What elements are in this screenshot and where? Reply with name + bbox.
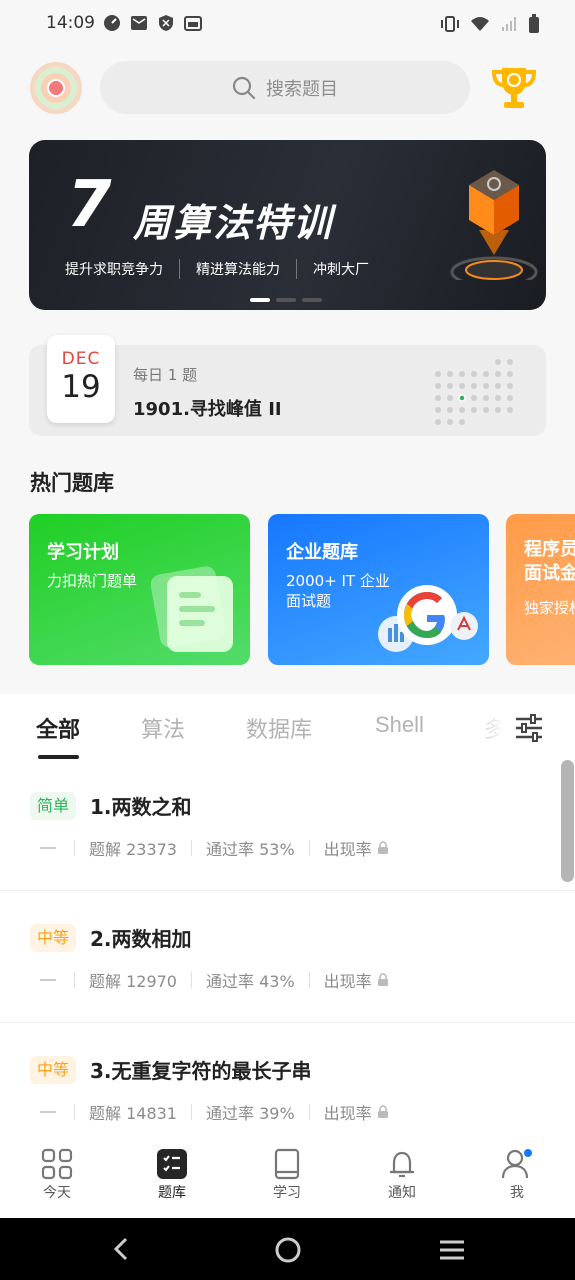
company-logos-icon — [378, 585, 478, 652]
solutions-count: 题解 23373 — [89, 840, 177, 859]
cube-illustration — [450, 170, 538, 280]
frequency-label: 出现率 — [323, 840, 372, 859]
signal-icon — [502, 17, 516, 31]
wifi-icon — [471, 17, 489, 31]
lock-icon — [377, 1105, 388, 1118]
card-title: 学习计划 — [47, 542, 119, 563]
problem-title[interactable]: 3.无重复字符的最长子串 — [90, 1055, 312, 1084]
nav-label: 我 — [510, 1185, 524, 1201]
daily-question-title[interactable]: 1901.寻找峰值 II — [133, 395, 282, 421]
solutions-count: 题解 12970 — [89, 972, 177, 991]
battery-icon — [529, 14, 539, 33]
nav-problems[interactable]: 题库 — [142, 1148, 202, 1202]
carousel-dots — [250, 298, 322, 302]
calendar-icon — [184, 16, 202, 31]
interview-book-card[interactable]: 程序员 面试金 独家授权 — [506, 514, 575, 665]
frequency-label: 出现率 — [323, 1104, 372, 1123]
dot-grid-decoration — [435, 359, 513, 425]
promo-banner[interactable]: 7 周算法特训 提升求职竞争力 精进算法能力 冲刺大厂 — [29, 140, 546, 310]
study-plan-card[interactable]: 学习计划 力扣热门题单 — [29, 514, 250, 665]
system-nav-bar — [0, 1218, 575, 1280]
shield-icon — [159, 15, 173, 31]
calendar-day: 19 — [61, 369, 101, 405]
problem-row[interactable]: 中等 3.无重复字符的最长子串 题解 14831 通过率 39% 出现率 — [0, 1056, 575, 1144]
card-subtitle: 力扣热门题单 — [47, 572, 138, 590]
list-card-icon — [151, 566, 233, 652]
banner-title: 周算法特训 — [133, 201, 334, 245]
speedometer-icon — [104, 15, 120, 31]
back-icon[interactable] — [110, 1236, 134, 1262]
book-icon — [274, 1148, 300, 1180]
filter-icon[interactable] — [514, 714, 544, 742]
difficulty-badge: 中等 — [30, 924, 77, 952]
search-icon — [232, 76, 256, 99]
problem-meta: 题解 23373 通过率 53% 出现率 — [40, 836, 390, 860]
problem-meta: 题解 14831 通过率 39% 出现率 — [40, 1100, 390, 1124]
pass-rate: 通过率 39% — [206, 1104, 295, 1123]
card-subtitle: 独家授权 — [524, 599, 575, 617]
search-bar[interactable]: 搜索题目 — [100, 61, 470, 114]
active-tab-indicator — [38, 755, 79, 759]
avatar[interactable] — [30, 62, 82, 114]
nav-today[interactable]: 今天 — [27, 1148, 87, 1202]
tab-shell[interactable]: Shell — [375, 712, 424, 738]
user-icon — [501, 1149, 532, 1179]
problem-title[interactable]: 1.两数之和 — [90, 791, 192, 820]
lock-icon — [377, 841, 388, 854]
scrollbar[interactable] — [561, 760, 574, 882]
solutions-count: 题解 14831 — [89, 1104, 177, 1123]
card-title: 企业题库 — [286, 542, 358, 563]
search-placeholder: 搜索题目 — [266, 78, 338, 100]
calendar-badge: DEC 19 — [47, 335, 115, 423]
vibrate-icon — [441, 16, 459, 32]
pass-rate: 通过率 43% — [206, 972, 295, 991]
nav-notifications[interactable]: 通知 — [372, 1148, 432, 1202]
mail-icon — [131, 16, 147, 30]
calendar-month: DEC — [61, 349, 101, 369]
difficulty-badge: 简单 — [30, 792, 77, 820]
problem-meta: 题解 12970 通过率 43% 出现率 — [40, 968, 390, 992]
hot-section-title: 热门题库 — [30, 471, 114, 495]
nav-label: 今天 — [43, 1185, 71, 1201]
nav-label: 题库 — [158, 1185, 186, 1201]
tab-algorithms[interactable]: 算法 — [141, 712, 185, 744]
banner-subtitle: 冲刺大厂 — [296, 259, 385, 279]
lock-icon — [377, 973, 388, 986]
tab-database[interactable]: 数据库 — [246, 712, 312, 744]
banner-subtitles: 提升求职竞争力 精进算法能力 冲刺大厂 — [65, 259, 385, 279]
recents-icon[interactable] — [438, 1238, 466, 1262]
card-title: 程序员 面试金 — [524, 539, 575, 584]
banner-subtitle: 提升求职竞争力 — [65, 262, 163, 278]
grid-icon — [41, 1148, 73, 1180]
home-icon[interactable] — [274, 1236, 302, 1264]
banner-number: 7 — [67, 168, 112, 242]
difficulty-badge: 中等 — [30, 1056, 77, 1084]
banner-subtitle: 精进算法能力 — [179, 259, 296, 279]
nav-label: 通知 — [388, 1185, 416, 1201]
checklist-icon — [157, 1149, 187, 1179]
company-questions-card[interactable]: 企业题库 2000+ IT 企业 面试题 — [268, 514, 489, 665]
trophy-icon[interactable] — [490, 65, 538, 111]
frequency-label: 出现率 — [323, 972, 372, 991]
tab-all[interactable]: 全部 — [36, 712, 80, 744]
card-subtitle-line: 面试题 — [286, 592, 332, 610]
problem-row[interactable]: 简单 1.两数之和 题解 23373 通过率 53% 出现率 — [0, 792, 575, 891]
nav-label: 学习 — [273, 1185, 301, 1201]
status-time: 14:09 — [46, 13, 95, 33]
pass-rate: 通过率 53% — [206, 840, 295, 859]
daily-label: 每日 1 题 — [133, 366, 198, 384]
nav-me[interactable]: 我 — [487, 1148, 547, 1202]
problem-title[interactable]: 2.两数相加 — [90, 923, 192, 952]
status-bar: 14:09 — [0, 0, 575, 48]
bell-icon — [390, 1151, 414, 1178]
problem-row[interactable]: 中等 2.两数相加 题解 12970 通过率 43% 出现率 — [0, 924, 575, 1023]
nav-study[interactable]: 学习 — [257, 1148, 317, 1202]
